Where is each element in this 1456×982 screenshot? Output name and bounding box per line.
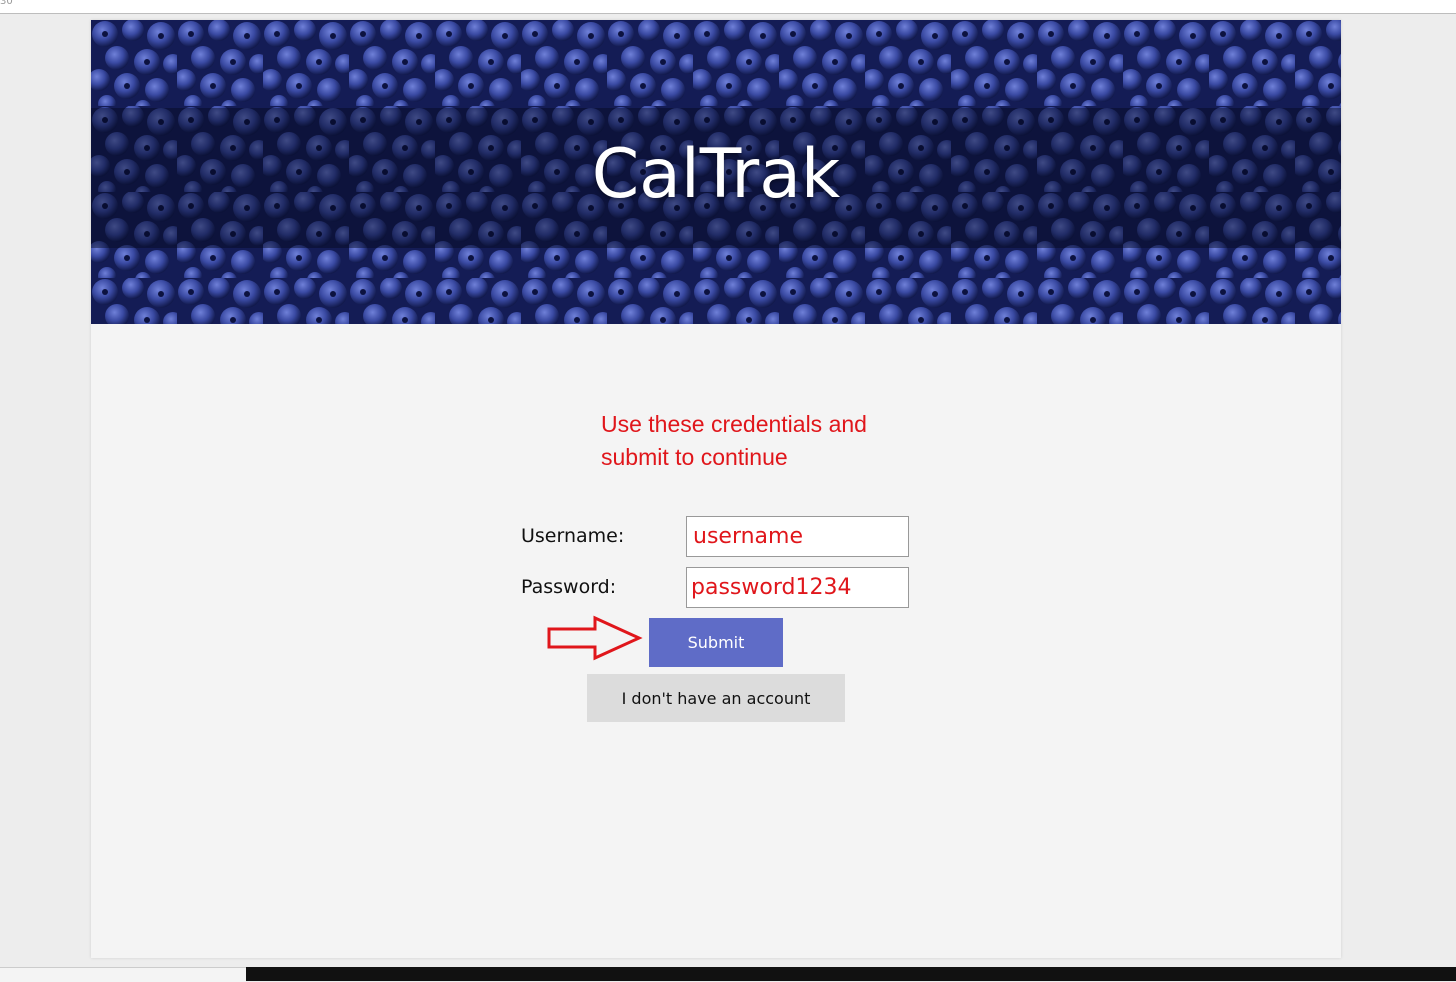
- browser-top-bar-text: 30: [0, 0, 13, 7]
- header-banner: CalTrak: [91, 20, 1341, 324]
- login-card: CalTrak Use these credentials and submit…: [91, 20, 1341, 958]
- notice-line-2: submit to continue: [601, 444, 788, 470]
- bottom-strip: [0, 967, 246, 982]
- username-input[interactable]: [686, 516, 909, 557]
- browser-top-bar: 30: [0, 0, 1456, 14]
- password-label: Password:: [521, 576, 617, 598]
- credentials-notice: Use these credentials and submit to cont…: [601, 408, 901, 474]
- taskbar: [246, 967, 1456, 981]
- password-input[interactable]: [686, 567, 909, 608]
- submit-button[interactable]: Submit: [649, 618, 783, 667]
- arrow-right-outline-icon: [547, 615, 643, 661]
- no-account-button[interactable]: I don't have an account: [587, 674, 845, 722]
- app-title: CalTrak: [591, 135, 841, 214]
- username-label: Username:: [521, 525, 625, 547]
- notice-line-1: Use these credentials and: [601, 411, 867, 437]
